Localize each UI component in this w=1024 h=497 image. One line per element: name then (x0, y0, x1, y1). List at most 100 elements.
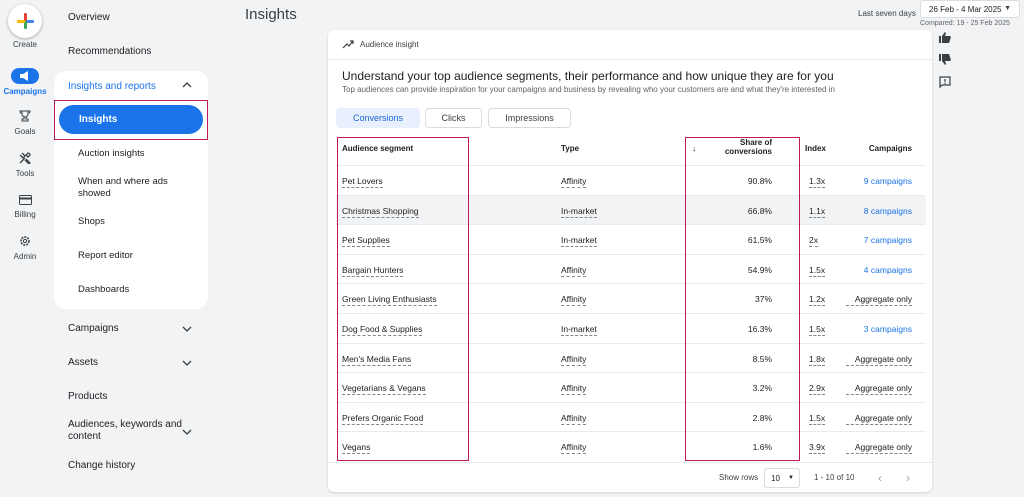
nav-audiences[interactable]: Audiences, keywords and content (68, 419, 182, 443)
cell-type[interactable]: Affinity (561, 265, 587, 277)
cell-campaigns[interactable]: 8 campaigns (846, 206, 912, 216)
cell-campaigns[interactable]: 3 campaigns (846, 324, 912, 334)
tools-label[interactable]: Tools (0, 169, 50, 178)
card-subtitle: Top audiences can provide inspiration fo… (342, 85, 835, 94)
cell-type[interactable]: Affinity (561, 442, 587, 455)
chevron-left-icon[interactable]: ‹ (878, 471, 882, 485)
cell-index[interactable]: 1.8x (809, 354, 826, 366)
cell-campaigns[interactable]: Aggregate only (846, 354, 912, 366)
plus-icon (17, 13, 34, 29)
thumbs-up-icon[interactable] (938, 32, 952, 46)
cell-campaigns[interactable]: Aggregate only (846, 442, 912, 455)
chevron-down-icon[interactable] (182, 324, 192, 334)
tab-conversions[interactable]: Conversions (336, 108, 420, 128)
cell-type[interactable]: Affinity (561, 176, 587, 188)
audience-insight-card: Audience insight Understand your top aud… (328, 30, 932, 492)
nav-report-editor[interactable]: Report editor (78, 250, 133, 262)
show-rows-label: Show rows (719, 473, 759, 482)
cell-campaigns[interactable]: Aggregate only (846, 383, 912, 396)
tab-clicks[interactable]: Clicks (425, 108, 482, 128)
insights-highlight: Insights (54, 100, 208, 140)
create-button[interactable] (8, 4, 42, 38)
thumbs-down-icon[interactable] (938, 54, 952, 68)
rows-per-page-select[interactable]: 10 ▼ (764, 468, 800, 488)
chevron-right-icon[interactable]: › (906, 471, 910, 485)
cell-type[interactable]: In-market (561, 206, 597, 218)
cell-campaigns[interactable]: 9 campaigns (846, 176, 912, 186)
nav-overview[interactable]: Overview (68, 12, 110, 23)
chevron-down-icon[interactable] (182, 358, 192, 368)
cell-index[interactable]: 1.5x (809, 324, 826, 336)
tab-impressions[interactable]: Impressions (488, 108, 571, 128)
caret-down-icon: ▼ (1004, 5, 1011, 12)
cell-type[interactable]: Affinity (561, 354, 587, 366)
cell-campaigns[interactable]: Aggregate only (846, 413, 912, 425)
card-header-label: Audience insight (360, 40, 419, 49)
admin-label[interactable]: Admin (0, 252, 50, 261)
share-highlight (685, 137, 800, 461)
cell-campaigns[interactable]: 7 campaigns (846, 235, 912, 245)
nav-when-where-line2: showed (78, 188, 111, 199)
megaphone-icon[interactable] (11, 68, 39, 84)
chevron-up-icon[interactable] (182, 80, 192, 90)
campaigns-label[interactable]: Campaigns (0, 87, 50, 96)
cell-type[interactable]: Affinity (561, 383, 587, 396)
credit-card-icon[interactable] (13, 192, 37, 208)
cell-type[interactable]: Affinity (561, 294, 587, 307)
date-range-value: 26 Feb - 4 Mar 2025 (929, 5, 1002, 14)
nav-insights[interactable]: Insights (59, 105, 203, 134)
nav-group-insights: Insights and reports Insights Auction in… (54, 71, 208, 309)
trending-up-icon (342, 40, 354, 49)
col-type[interactable]: Type (561, 144, 579, 153)
nav-audiences-line2: content (68, 431, 101, 442)
nav-dashboards[interactable]: Dashboards (78, 284, 129, 296)
nav-products[interactable]: Products (68, 391, 107, 402)
nav-when-where-line1: When and where ads (78, 176, 168, 187)
card-header: Audience insight (328, 30, 932, 60)
cell-type[interactable]: In-market (561, 324, 597, 336)
pagination-range: 1 - 10 of 10 (814, 473, 855, 482)
cell-campaigns[interactable]: Aggregate only (846, 294, 912, 307)
nav-audiences-line1: Audiences, keywords and (68, 419, 182, 430)
nav-insights-reports[interactable]: Insights and reports (68, 81, 156, 92)
cell-type[interactable]: Affinity (561, 413, 587, 425)
trophy-icon[interactable] (13, 108, 37, 124)
cell-index[interactable]: 1.5x (809, 413, 826, 425)
nav-panel: Overview Recommendations Insights and re… (54, 0, 208, 497)
nav-auction-insights[interactable]: Auction insights (78, 148, 145, 160)
cell-index[interactable]: 1.3x (809, 176, 826, 188)
cell-index[interactable]: 1.2x (809, 294, 826, 307)
feedback-icon[interactable] (938, 76, 952, 90)
nav-change-history[interactable]: Change history (68, 460, 135, 471)
tools-icon[interactable] (13, 150, 37, 166)
cell-index[interactable]: 1.5x (809, 265, 826, 277)
nav-assets[interactable]: Assets (68, 357, 98, 368)
nav-campaigns[interactable]: Campaigns (68, 323, 119, 334)
gear-icon[interactable] (13, 233, 37, 249)
nav-when-where[interactable]: When and where ads showed (78, 176, 168, 200)
goals-label[interactable]: Goals (0, 127, 50, 136)
cell-campaigns[interactable]: 4 campaigns (846, 265, 912, 275)
cell-index[interactable]: 2.9x (809, 383, 826, 396)
cell-index[interactable]: 1.1x (809, 206, 826, 218)
create-label: Create (12, 40, 37, 49)
cell-type[interactable]: In-market (561, 235, 597, 248)
nav-shops[interactable]: Shops (78, 216, 105, 228)
table-footer: Show rows 10 ▼ 1 - 10 of 10 ‹ › (328, 462, 932, 492)
caret-down-icon: ▼ (788, 475, 794, 481)
date-range-label: Last seven days (858, 9, 916, 18)
cell-index[interactable]: 3.9x (809, 442, 826, 455)
card-title: Understand your top audience segments, t… (342, 69, 834, 83)
col-index[interactable]: Index (805, 144, 826, 153)
compared-range: Compared: 19 - 25 Feb 2025 (920, 20, 1010, 27)
date-range-picker[interactable]: 26 Feb - 4 Mar 2025 ▼ (920, 0, 1020, 18)
cell-index[interactable]: 2x (809, 235, 818, 248)
left-rail: Create Campaigns Goals Tools Billing Adm… (0, 0, 50, 497)
billing-label[interactable]: Billing (0, 210, 50, 219)
page-title: Insights (245, 6, 297, 23)
chevron-down-icon[interactable] (182, 427, 192, 437)
segment-highlight (337, 137, 469, 461)
col-campaigns[interactable]: Campaigns (848, 144, 912, 153)
nav-recommendations[interactable]: Recommendations (68, 46, 151, 57)
rows-per-page-value: 10 (771, 474, 780, 483)
